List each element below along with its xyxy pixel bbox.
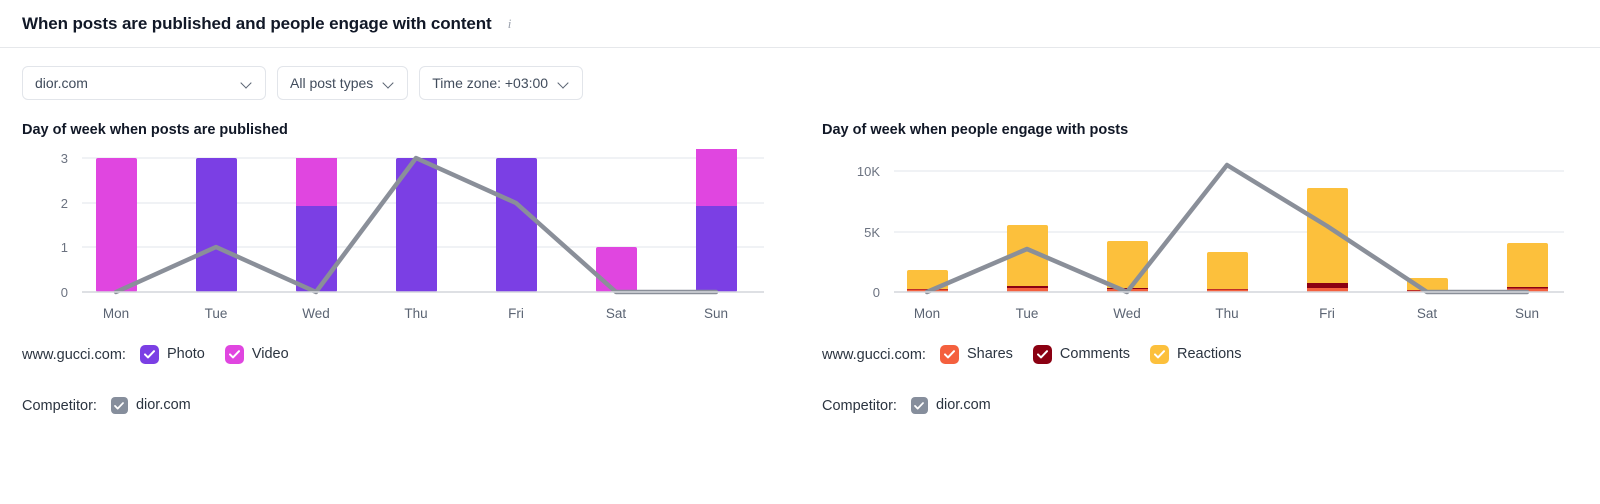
domain-filter-label: dior.com	[35, 76, 88, 90]
bar-sun-reactions	[1507, 243, 1548, 292]
bar-mon-reactions	[907, 270, 948, 292]
legend-label-competitor: dior.com	[136, 398, 191, 413]
svg-text:Sat: Sat	[1417, 306, 1438, 321]
domain-filter-dropdown[interactable]: dior.com	[22, 66, 266, 100]
legend-label-video: Video	[252, 347, 289, 362]
info-icon[interactable]: i	[502, 16, 518, 32]
widget-header: When posts are published and people enga…	[0, 0, 1600, 48]
svg-text:1: 1	[61, 240, 68, 255]
svg-text:Mon: Mon	[103, 306, 129, 321]
right-competitor-legend: Competitor: dior.com	[822, 397, 1578, 414]
engagement-widget: When posts are published and people enga…	[0, 0, 1600, 504]
left-chart-svg: 3 2 1 0	[22, 146, 778, 331]
page-title: When posts are published and people enga…	[22, 14, 492, 34]
panel-posts-published: Day of week when posts are published 3 2	[0, 100, 800, 414]
bar-sun-photo	[696, 203, 737, 292]
left-competitor-legend: Competitor: dior.com	[22, 397, 778, 414]
svg-text:Thu: Thu	[404, 306, 427, 321]
check-icon	[114, 402, 124, 410]
svg-text:Wed: Wed	[1113, 306, 1141, 321]
post-type-filter-label: All post types	[290, 76, 373, 90]
legend-item-video[interactable]: Video	[225, 345, 289, 364]
bar-fri-reactions	[1307, 188, 1348, 292]
left-competitor-prefix: Competitor:	[22, 398, 97, 414]
left-bars	[96, 149, 737, 292]
check-icon	[944, 350, 955, 359]
right-bars	[907, 188, 1548, 292]
left-chart-title: Day of week when posts are published	[22, 122, 778, 138]
panel-people-engage: Day of week when people engage with post…	[800, 100, 1600, 414]
legend-item-photo[interactable]: Photo	[140, 345, 205, 364]
svg-text:Sun: Sun	[704, 306, 728, 321]
legend-item-comments[interactable]: Comments	[1033, 345, 1130, 364]
bar-sun-video	[696, 149, 737, 206]
legend-label-competitor: dior.com	[936, 398, 991, 413]
svg-text:Wed: Wed	[302, 306, 330, 321]
right-legend: www.gucci.com: Shares Comments	[822, 345, 1578, 364]
svg-text:2: 2	[61, 196, 68, 211]
bar-fri	[496, 158, 537, 292]
chevron-down-icon	[559, 78, 570, 89]
left-y-axis-labels: 3 2 1 0	[61, 151, 68, 300]
right-chart-title: Day of week when people engage with post…	[822, 122, 1578, 138]
right-chart-svg: 10K 5K 0	[822, 146, 1578, 331]
checkbox-competitor[interactable]	[911, 397, 928, 414]
check-icon	[144, 350, 155, 359]
checkbox-comments[interactable]	[1033, 345, 1052, 364]
right-x-axis-labels: Mon Tue Wed Thu Fri Sat Sun	[914, 306, 1539, 321]
check-icon	[229, 350, 240, 359]
check-icon	[1037, 350, 1048, 359]
bar-thu-reactions	[1207, 252, 1248, 292]
right-legend-prefix: www.gucci.com:	[822, 347, 926, 363]
checkbox-reactions[interactable]	[1150, 345, 1169, 364]
svg-text:0: 0	[61, 285, 68, 300]
right-y-axis-labels: 10K 5K 0	[857, 164, 880, 300]
bar-tue-reactions	[1007, 225, 1048, 292]
svg-text:5K: 5K	[864, 225, 880, 240]
svg-text:Tue: Tue	[1016, 306, 1039, 321]
bar-wed-video	[296, 158, 337, 206]
legend-item-shares[interactable]: Shares	[940, 345, 1013, 364]
checkbox-photo[interactable]	[140, 345, 159, 364]
check-icon	[914, 402, 924, 410]
svg-text:Thu: Thu	[1215, 306, 1238, 321]
right-chart: 10K 5K 0	[822, 146, 1578, 331]
right-competitor-prefix: Competitor:	[822, 398, 897, 414]
legend-label-comments: Comments	[1060, 347, 1130, 362]
checkbox-competitor[interactable]	[111, 397, 128, 414]
svg-text:Sat: Sat	[606, 306, 627, 321]
left-legend: www.gucci.com: Photo Video	[22, 345, 778, 364]
legend-label-photo: Photo	[167, 347, 205, 362]
svg-text:Sun: Sun	[1515, 306, 1539, 321]
bar-tue	[196, 158, 237, 292]
charts-container: Day of week when posts are published 3 2	[0, 100, 1600, 414]
bar-wed-photo	[296, 203, 337, 292]
svg-text:Fri: Fri	[1319, 306, 1335, 321]
svg-text:Tue: Tue	[205, 306, 228, 321]
legend-item-competitor[interactable]: dior.com	[111, 397, 191, 414]
legend-label-reactions: Reactions	[1177, 347, 1241, 362]
timezone-filter-label: Time zone: +03:00	[432, 76, 548, 90]
filter-bar: dior.com All post types Time zone: +03:0…	[0, 48, 1600, 100]
svg-text:Fri: Fri	[508, 306, 524, 321]
check-icon	[1154, 350, 1165, 359]
chevron-down-icon	[242, 78, 253, 89]
legend-label-shares: Shares	[967, 347, 1013, 362]
left-legend-prefix: www.gucci.com:	[22, 347, 126, 363]
bar-sat	[596, 247, 637, 292]
checkbox-shares[interactable]	[940, 345, 959, 364]
left-chart: 3 2 1 0	[22, 146, 778, 331]
bar-mon	[96, 158, 137, 292]
svg-text:0: 0	[873, 285, 880, 300]
chevron-down-icon	[384, 78, 395, 89]
timezone-filter-dropdown[interactable]: Time zone: +03:00	[419, 66, 583, 100]
left-x-axis-labels: Mon Tue Wed Thu Fri Sat Sun	[103, 306, 728, 321]
checkbox-video[interactable]	[225, 345, 244, 364]
svg-text:Mon: Mon	[914, 306, 940, 321]
svg-text:10K: 10K	[857, 164, 880, 179]
legend-item-reactions[interactable]: Reactions	[1150, 345, 1241, 364]
post-type-filter-dropdown[interactable]: All post types	[277, 66, 408, 100]
svg-text:3: 3	[61, 151, 68, 166]
legend-item-competitor[interactable]: dior.com	[911, 397, 991, 414]
